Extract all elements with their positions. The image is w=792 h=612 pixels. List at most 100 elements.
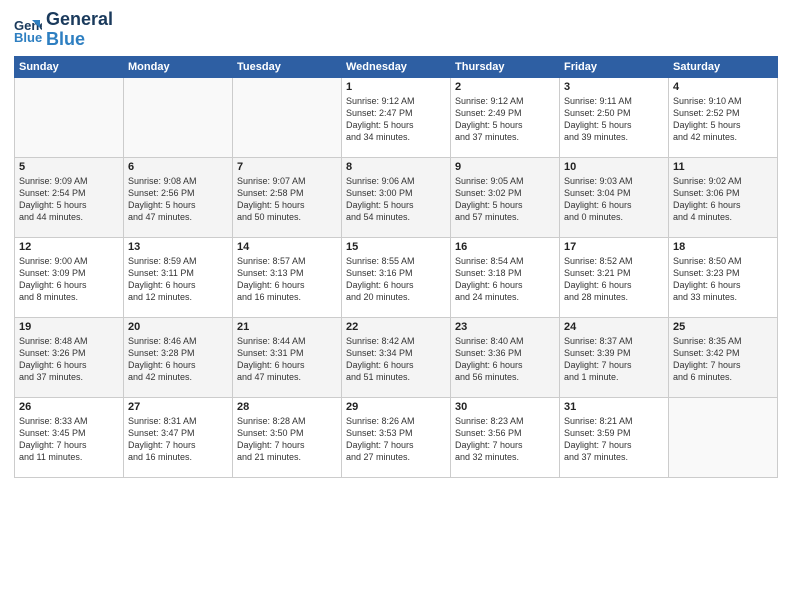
day-number: 17 bbox=[564, 241, 664, 253]
day-cell: 30 Sunrise: 8:23 AM Sunset: 3:56 PM Dayli… bbox=[451, 397, 560, 477]
day-number: 25 bbox=[673, 321, 773, 333]
day-cell: 8 Sunrise: 9:06 AM Sunset: 3:00 PM Daylig… bbox=[342, 157, 451, 237]
day-number: 18 bbox=[673, 241, 773, 253]
day-number: 4 bbox=[673, 81, 773, 93]
day-info: Sunrise: 8:44 AM Sunset: 3:31 PM Dayligh… bbox=[237, 335, 337, 384]
day-number: 15 bbox=[346, 241, 446, 253]
day-info: Sunrise: 8:21 AM Sunset: 3:59 PM Dayligh… bbox=[564, 415, 664, 464]
day-cell: 15Sunrise: 8:55 AM Sunset: 3:16 PM Dayli… bbox=[342, 237, 451, 317]
day-cell: 24 Sunrise: 8:37 AM Sunset: 3:39 PM Dayli… bbox=[560, 317, 669, 397]
header-cell-sunday: Sunday bbox=[15, 56, 124, 77]
logo-text-line1: General Blue bbox=[46, 10, 113, 50]
week-row-2: 5 Sunrise: 9:09 AM Sunset: 2:54 PM Daylig… bbox=[15, 157, 778, 237]
day-cell: 31Sunrise: 8:21 AM Sunset: 3:59 PM Dayli… bbox=[560, 397, 669, 477]
day-info: Sunrise: 8:59 AM Sunset: 3:11 PM Dayligh… bbox=[128, 255, 228, 304]
day-cell: 6 Sunrise: 9:08 AM Sunset: 2:56 PM Daylig… bbox=[124, 157, 233, 237]
day-cell: 9Sunrise: 9:05 AM Sunset: 3:02 PM Daylig… bbox=[451, 157, 560, 237]
day-info: Sunrise: 8:33 AM Sunset: 3:45 PM Dayligh… bbox=[19, 415, 119, 464]
day-number: 5 bbox=[19, 161, 119, 173]
day-cell: 2 Sunrise: 9:12 AM Sunset: 2:49 PM Daylig… bbox=[451, 77, 560, 157]
day-info: Sunrise: 8:35 AM Sunset: 3:42 PM Dayligh… bbox=[673, 335, 773, 384]
day-info: Sunrise: 9:12 AM Sunset: 2:47 PM Dayligh… bbox=[346, 95, 446, 144]
day-info: Sunrise: 8:42 AM Sunset: 3:34 PM Dayligh… bbox=[346, 335, 446, 384]
header-cell-saturday: Saturday bbox=[669, 56, 778, 77]
day-cell: 5 Sunrise: 9:09 AM Sunset: 2:54 PM Daylig… bbox=[15, 157, 124, 237]
day-info: Sunrise: 8:54 AM Sunset: 3:18 PM Dayligh… bbox=[455, 255, 555, 304]
day-cell: 25 Sunrise: 8:35 AM Sunset: 3:42 PM Dayli… bbox=[669, 317, 778, 397]
page-header: General Blue General Blue bbox=[14, 10, 778, 50]
day-cell: 27 Sunrise: 8:31 AM Sunset: 3:47 PM Dayli… bbox=[124, 397, 233, 477]
day-cell: 20Sunrise: 8:46 AM Sunset: 3:28 PM Dayli… bbox=[124, 317, 233, 397]
header-cell-wednesday: Wednesday bbox=[342, 56, 451, 77]
day-cell: 10 Sunrise: 9:03 AM Sunset: 3:04 PM Dayli… bbox=[560, 157, 669, 237]
day-info: Sunrise: 8:26 AM Sunset: 3:53 PM Dayligh… bbox=[346, 415, 446, 464]
day-number: 20 bbox=[128, 321, 228, 333]
day-number: 6 bbox=[128, 161, 228, 173]
day-cell: 7Sunrise: 9:07 AM Sunset: 2:58 PM Daylig… bbox=[233, 157, 342, 237]
day-info: Sunrise: 9:11 AM Sunset: 2:50 PM Dayligh… bbox=[564, 95, 664, 144]
header-cell-monday: Monday bbox=[124, 56, 233, 77]
day-cell: 1 Sunrise: 9:12 AM Sunset: 2:47 PM Daylig… bbox=[342, 77, 451, 157]
day-number: 1 bbox=[346, 81, 446, 93]
day-number: 14 bbox=[237, 241, 337, 253]
day-cell: 3Sunrise: 9:11 AM Sunset: 2:50 PM Daylig… bbox=[560, 77, 669, 157]
calendar-table: SundayMondayTuesdayWednesdayThursdayFrid… bbox=[14, 56, 778, 478]
week-row-5: 26 Sunrise: 8:33 AM Sunset: 3:45 PM Dayli… bbox=[15, 397, 778, 477]
day-number: 27 bbox=[128, 401, 228, 413]
day-number: 9 bbox=[455, 161, 555, 173]
week-row-1: 1 Sunrise: 9:12 AM Sunset: 2:47 PM Daylig… bbox=[15, 77, 778, 157]
day-number: 8 bbox=[346, 161, 446, 173]
day-number: 22 bbox=[346, 321, 446, 333]
day-info: Sunrise: 8:31 AM Sunset: 3:47 PM Dayligh… bbox=[128, 415, 228, 464]
day-cell bbox=[669, 397, 778, 477]
day-cell: 19 Sunrise: 8:48 AM Sunset: 3:26 PM Dayli… bbox=[15, 317, 124, 397]
day-cell: 13 Sunrise: 8:59 AM Sunset: 3:11 PM Dayli… bbox=[124, 237, 233, 317]
day-number: 30 bbox=[455, 401, 555, 413]
day-cell: 14 Sunrise: 8:57 AM Sunset: 3:13 PM Dayli… bbox=[233, 237, 342, 317]
day-number: 16 bbox=[455, 241, 555, 253]
header-row: SundayMondayTuesdayWednesdayThursdayFrid… bbox=[15, 56, 778, 77]
day-cell: 17Sunrise: 8:52 AM Sunset: 3:21 PM Dayli… bbox=[560, 237, 669, 317]
day-number: 2 bbox=[455, 81, 555, 93]
day-number: 24 bbox=[564, 321, 664, 333]
day-info: Sunrise: 8:48 AM Sunset: 3:26 PM Dayligh… bbox=[19, 335, 119, 384]
day-cell: 18 Sunrise: 8:50 AM Sunset: 3:23 PM Dayli… bbox=[669, 237, 778, 317]
day-number: 29 bbox=[346, 401, 446, 413]
day-info: Sunrise: 8:23 AM Sunset: 3:56 PM Dayligh… bbox=[455, 415, 555, 464]
day-cell: 22 Sunrise: 8:42 AM Sunset: 3:34 PM Dayli… bbox=[342, 317, 451, 397]
header-cell-friday: Friday bbox=[560, 56, 669, 77]
day-number: 19 bbox=[19, 321, 119, 333]
day-number: 10 bbox=[564, 161, 664, 173]
day-info: Sunrise: 9:08 AM Sunset: 2:56 PM Dayligh… bbox=[128, 175, 228, 224]
week-row-3: 12Sunrise: 9:00 AM Sunset: 3:09 PM Dayli… bbox=[15, 237, 778, 317]
day-cell: 21 Sunrise: 8:44 AM Sunset: 3:31 PM Dayli… bbox=[233, 317, 342, 397]
day-info: Sunrise: 9:10 AM Sunset: 2:52 PM Dayligh… bbox=[673, 95, 773, 144]
day-info: Sunrise: 9:12 AM Sunset: 2:49 PM Dayligh… bbox=[455, 95, 555, 144]
logo-icon: General Blue bbox=[14, 16, 42, 44]
day-number: 12 bbox=[19, 241, 119, 253]
day-info: Sunrise: 9:03 AM Sunset: 3:04 PM Dayligh… bbox=[564, 175, 664, 224]
day-cell bbox=[124, 77, 233, 157]
day-cell: 4 Sunrise: 9:10 AM Sunset: 2:52 PM Daylig… bbox=[669, 77, 778, 157]
day-info: Sunrise: 8:37 AM Sunset: 3:39 PM Dayligh… bbox=[564, 335, 664, 384]
day-info: Sunrise: 8:50 AM Sunset: 3:23 PM Dayligh… bbox=[673, 255, 773, 304]
header-cell-tuesday: Tuesday bbox=[233, 56, 342, 77]
day-cell bbox=[15, 77, 124, 157]
svg-text:Blue: Blue bbox=[14, 30, 42, 44]
day-cell: 11Sunrise: 9:02 AM Sunset: 3:06 PM Dayli… bbox=[669, 157, 778, 237]
day-cell: 29 Sunrise: 8:26 AM Sunset: 3:53 PM Dayli… bbox=[342, 397, 451, 477]
day-cell: 23Sunrise: 8:40 AM Sunset: 3:36 PM Dayli… bbox=[451, 317, 560, 397]
day-info: Sunrise: 9:09 AM Sunset: 2:54 PM Dayligh… bbox=[19, 175, 119, 224]
logo: General Blue General Blue bbox=[14, 10, 113, 50]
week-row-4: 19 Sunrise: 8:48 AM Sunset: 3:26 PM Dayli… bbox=[15, 317, 778, 397]
day-number: 21 bbox=[237, 321, 337, 333]
day-cell bbox=[233, 77, 342, 157]
day-info: Sunrise: 8:40 AM Sunset: 3:36 PM Dayligh… bbox=[455, 335, 555, 384]
day-cell: 28Sunrise: 8:28 AM Sunset: 3:50 PM Dayli… bbox=[233, 397, 342, 477]
day-number: 26 bbox=[19, 401, 119, 413]
day-cell: 26 Sunrise: 8:33 AM Sunset: 3:45 PM Dayli… bbox=[15, 397, 124, 477]
day-number: 13 bbox=[128, 241, 228, 253]
day-number: 7 bbox=[237, 161, 337, 173]
day-info: Sunrise: 8:57 AM Sunset: 3:13 PM Dayligh… bbox=[237, 255, 337, 304]
day-info: Sunrise: 9:06 AM Sunset: 3:00 PM Dayligh… bbox=[346, 175, 446, 224]
